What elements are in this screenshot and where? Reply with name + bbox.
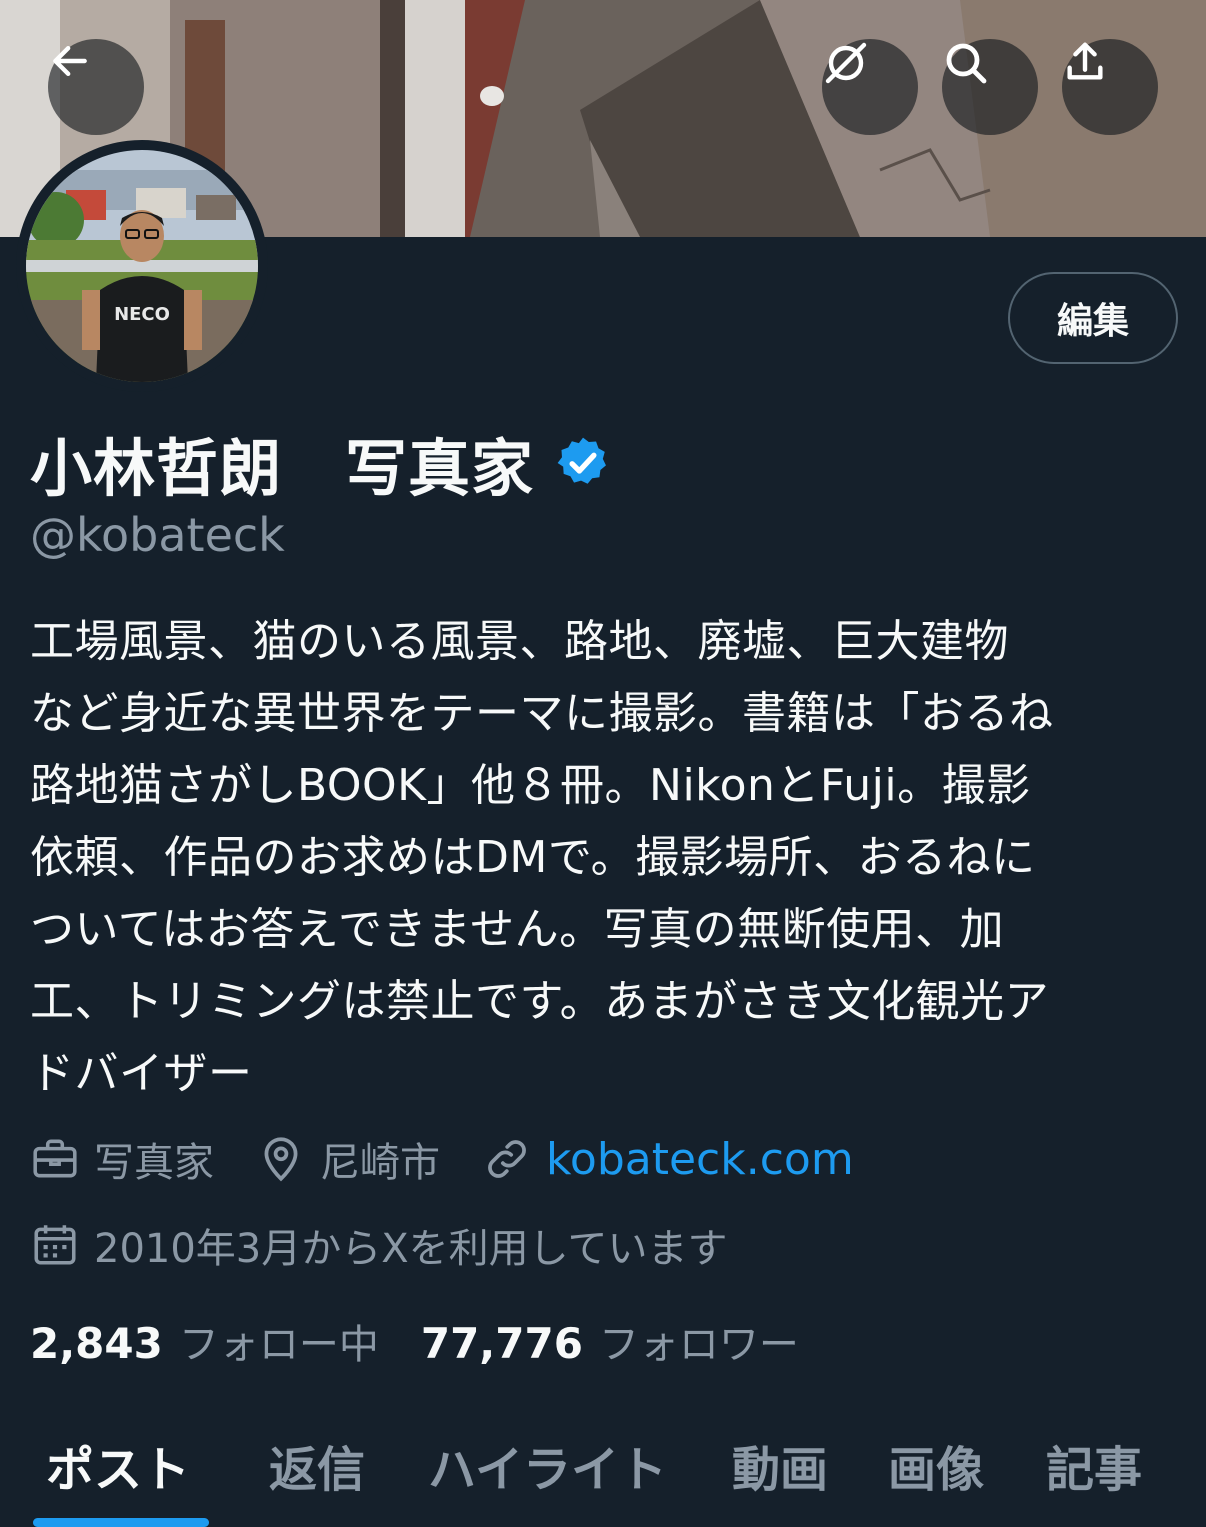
grok-button[interactable] [822, 39, 918, 135]
profile-location: 尼崎市 [256, 1130, 440, 1188]
profile-avatar[interactable]: NECO [16, 140, 268, 392]
arrow-left-icon [53, 45, 87, 77]
profile-meta-row: 写真家 尼崎市 kobateck.com [30, 1130, 896, 1188]
profile-tabs: ポスト 返信 ハイライト 動画 画像 記事 [0, 1410, 1206, 1527]
grok-slash-circle-icon [825, 42, 867, 84]
verified-badge-icon[interactable] [554, 434, 612, 492]
avatar-photo: NECO [26, 150, 258, 382]
followers-count[interactable]: 77,776 [421, 1319, 583, 1368]
following-count[interactable]: 2,843 [30, 1319, 163, 1368]
bio-line: 路地猫さがしBOOK」他８冊。NikonとFuji。撮影 [30, 760, 1031, 811]
link-icon [488, 1140, 526, 1178]
website-link[interactable]: kobateck.com [546, 1134, 854, 1185]
tab-posts[interactable]: ポスト [46, 1430, 190, 1500]
avatar-shirt-text: NECO [114, 304, 170, 325]
job-text: 写真家 [94, 1140, 214, 1186]
bio-line: 工、トリミングは禁止です。あまがさき文化観光ア [30, 976, 1050, 1027]
location-text: 尼崎市 [320, 1140, 440, 1186]
bio-line: ついてはお答えできません。写真の無断使用、加 [30, 904, 1005, 955]
profile-joined-row: 2010年3月からXを利用しています [30, 1216, 769, 1274]
tab-images[interactable]: 画像 [888, 1430, 984, 1500]
bio-line: など身近な異世界をテーマに撮影。書籍は「おるね [30, 688, 1054, 739]
location-pin-icon [264, 1137, 298, 1182]
followers-label[interactable]: フォロワー [599, 1312, 799, 1370]
profile-joined: 2010年3月からXを利用しています [30, 1216, 727, 1274]
follow-stats: 2,843 フォロー中 77,776 フォロワー [30, 1312, 841, 1370]
bio-line: ドバイザー [30, 1048, 253, 1099]
display-name: 小林哲朗 写真家 [30, 432, 535, 505]
bio-line: 工場風景、猫のいる風景、路地、廃墟、巨大建物 [30, 616, 1009, 667]
active-tab-indicator [33, 1518, 209, 1527]
profile-website[interactable]: kobateck.com [482, 1134, 854, 1185]
share-button[interactable] [1062, 39, 1158, 135]
tab-articles[interactable]: 記事 [1046, 1430, 1142, 1500]
username-handle: @kobateck [30, 508, 285, 562]
profile-screen: NECO 編集 小林哲朗 写真家 @kobateck 工場風景、猫のいる風景、路… [0, 0, 1206, 1527]
back-button[interactable] [48, 39, 144, 135]
search-button[interactable] [942, 39, 1038, 135]
display-name-row: 小林哲朗 写真家 [30, 418, 612, 508]
tab-replies[interactable]: 返信 [269, 1430, 365, 1500]
profile-job: 写真家 [30, 1130, 214, 1188]
following-label[interactable]: フォロー中 [179, 1312, 379, 1370]
search-icon [946, 43, 987, 84]
joined-text: 2010年3月からXを利用しています [94, 1226, 728, 1272]
tab-videos[interactable]: 動画 [732, 1430, 828, 1500]
briefcase-icon [33, 1139, 77, 1178]
share-upload-icon [1067, 42, 1103, 80]
tab-highlights[interactable]: ハイライト [428, 1430, 667, 1500]
edit-profile-button[interactable]: 編集 [1008, 272, 1178, 364]
calendar-icon [34, 1225, 76, 1265]
bio-line: 依頼、作品のお求めはDMで。撮影場所、おるねに [30, 832, 1036, 883]
profile-bio: 工場風景、猫のいる風景、路地、廃墟、巨大建物 など身近な異世界をテーマに撮影。書… [30, 606, 1195, 1110]
